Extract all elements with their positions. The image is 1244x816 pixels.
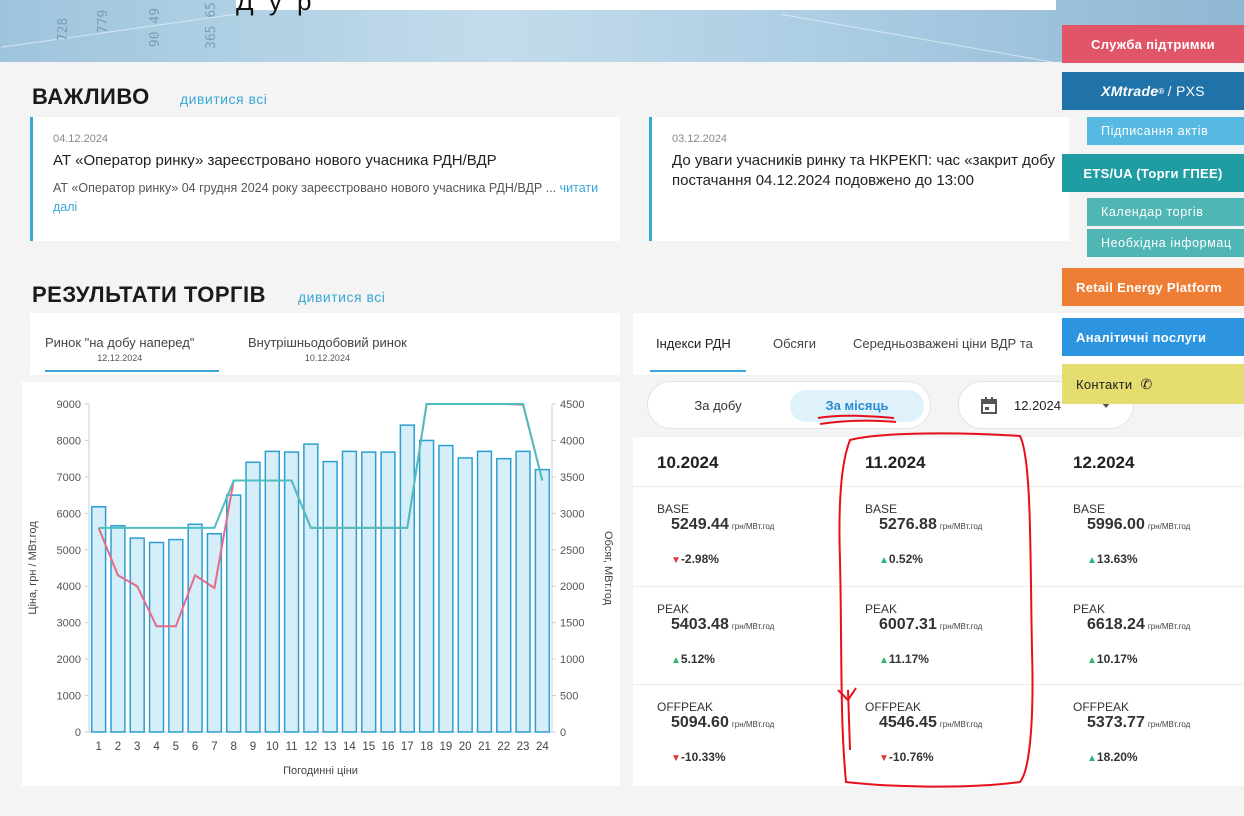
annotation-arrow xyxy=(837,687,857,751)
annotation-layer xyxy=(817,414,1034,788)
annotation-circle xyxy=(838,432,1034,788)
annotation-underline xyxy=(817,414,897,425)
